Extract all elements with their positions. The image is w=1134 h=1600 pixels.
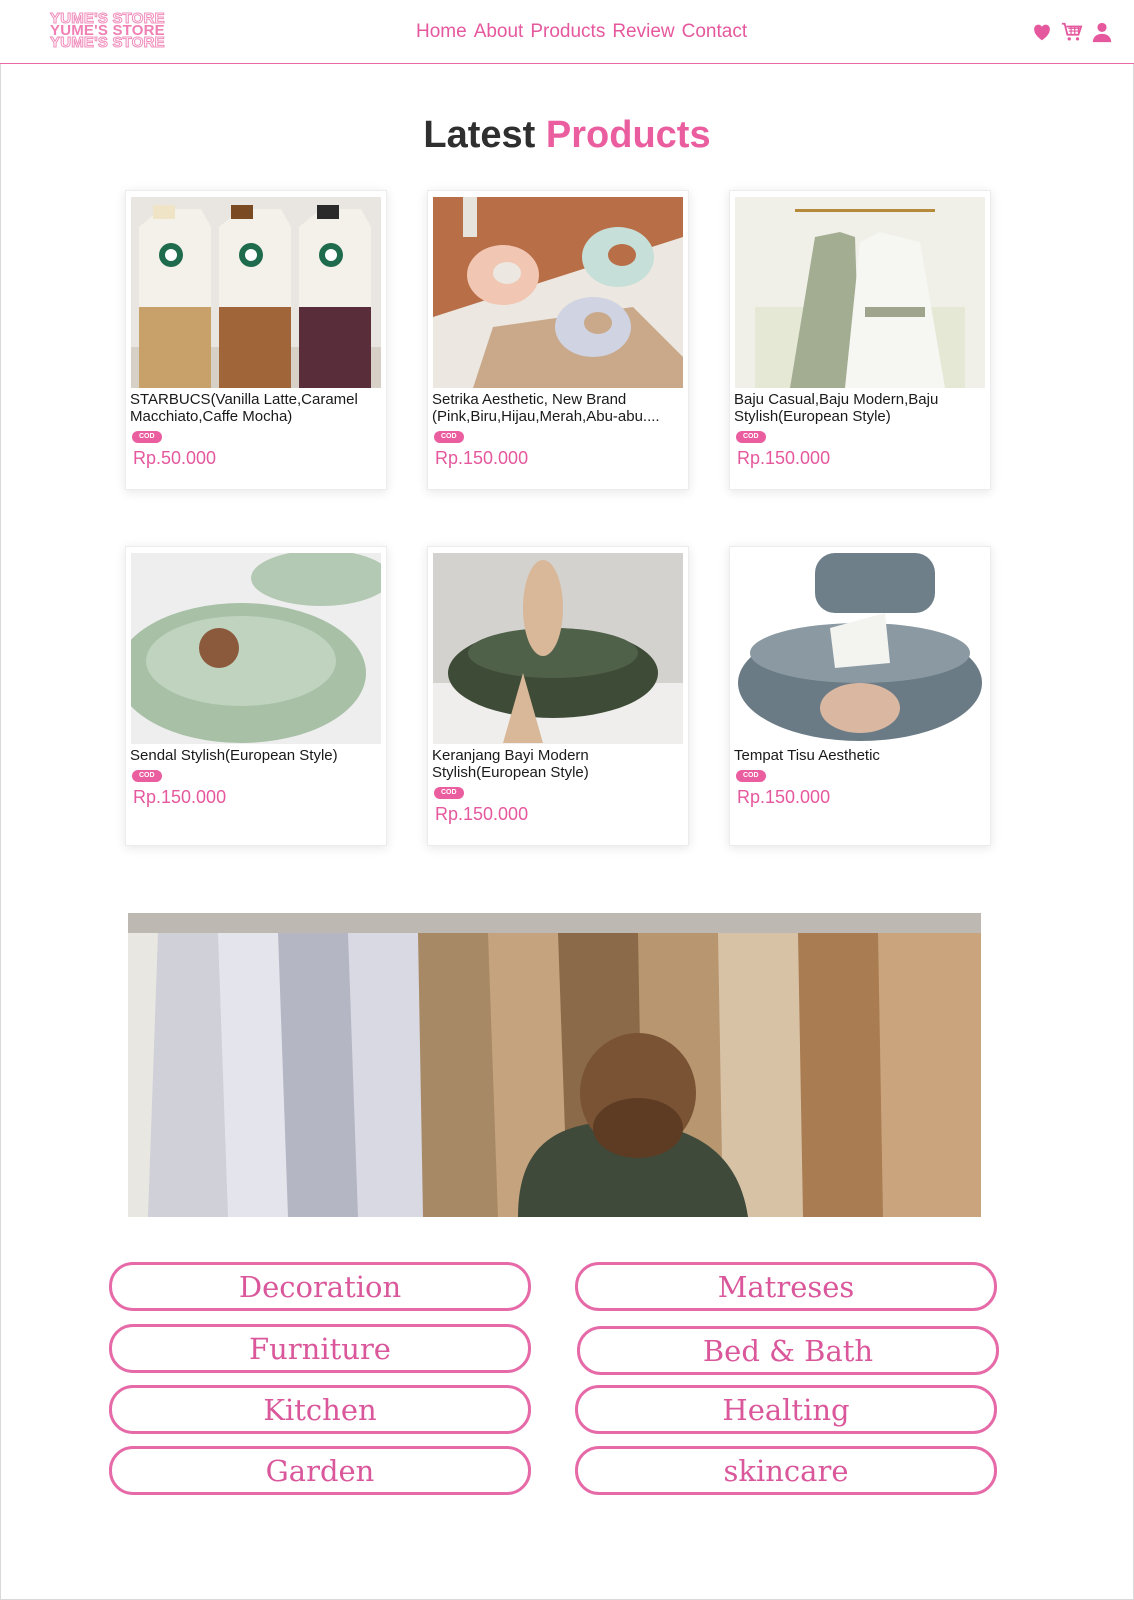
category-matreses[interactable]: Matreses <box>575 1262 997 1311</box>
category-garden[interactable]: Garden <box>109 1446 531 1495</box>
promo-banner-image <box>128 913 981 1217</box>
product-name: Sendal Stylish(European Style) <box>130 747 338 764</box>
product-name: Setrika Aesthetic, New Brand (Pink,Biru,… <box>432 391 660 425</box>
title-latest: Latest <box>423 114 536 156</box>
user-icon[interactable] <box>1091 21 1113 43</box>
product-info: Keranjang Bayi Modern Stylish(European S… <box>432 747 684 824</box>
nav-products[interactable]: Products <box>530 21 605 43</box>
category-decoration[interactable]: Decoration <box>109 1262 531 1311</box>
product-card[interactable]: Keranjang Bayi Modern Stylish(European S… <box>427 546 689 846</box>
product-card[interactable]: STARBUCS(Vanilla Latte,Caramel Macchiato… <box>125 190 387 490</box>
product-name: Keranjang Bayi Modern Stylish(European S… <box>432 747 589 781</box>
category-bed-bath[interactable]: Bed & Bath <box>577 1326 999 1375</box>
product-image-tissue-box[interactable] <box>735 553 985 744</box>
section-title: Latest Products <box>0 112 1134 158</box>
product-card[interactable]: Baju Casual,Baju Modern,Baju Stylish(Eur… <box>729 190 991 490</box>
cod-badge: COD <box>132 770 162 782</box>
product-image-slippers[interactable] <box>131 553 381 744</box>
category-healting[interactable]: Healting <box>575 1385 997 1434</box>
header-icons <box>1031 21 1113 43</box>
product-name: Tempat Tisu Aesthetic <box>734 747 880 764</box>
cod-badge: COD <box>132 431 162 443</box>
logo-line-3: YUME'S STORE <box>50 34 166 51</box>
product-info: Baju Casual,Baju Modern,Baju Stylish(Eur… <box>734 391 986 468</box>
main-nav: Home About Products Review Contact <box>416 21 747 43</box>
product-name: Baju Casual,Baju Modern,Baju Stylish(Eur… <box>734 391 939 425</box>
category-skincare[interactable]: skincare <box>575 1446 997 1495</box>
product-info: Tempat Tisu Aesthetic COD Rp.150.000 <box>734 747 986 807</box>
product-card[interactable]: Tempat Tisu Aesthetic COD Rp.150.000 <box>729 546 991 846</box>
product-price: Rp.150.000 <box>435 448 529 468</box>
heart-icon[interactable] <box>1031 21 1053 43</box>
product-image-starbucks[interactable] <box>131 197 381 388</box>
product-info: Setrika Aesthetic, New Brand (Pink,Biru,… <box>432 391 684 468</box>
product-image-iron[interactable] <box>433 197 683 388</box>
product-image-baby-basket[interactable] <box>433 553 683 744</box>
product-price: Rp.150.000 <box>133 787 227 807</box>
cod-badge: COD <box>434 431 464 443</box>
top-navbar: YUME'S STORE YUME'S STORE YUME'S STORE H… <box>0 0 1134 64</box>
category-kitchen[interactable]: Kitchen <box>109 1385 531 1434</box>
product-name: STARBUCS(Vanilla Latte,Caramel Macchiato… <box>130 391 358 425</box>
cart-icon[interactable] <box>1061 21 1083 43</box>
nav-review[interactable]: Review <box>612 21 674 43</box>
product-card[interactable]: Sendal Stylish(European Style) COD Rp.15… <box>125 546 387 846</box>
category-furniture[interactable]: Furniture <box>109 1324 531 1373</box>
product-price: Rp.150.000 <box>435 804 529 824</box>
store-logo[interactable]: YUME'S STORE YUME'S STORE YUME'S STORE <box>50 11 175 51</box>
product-card[interactable]: Setrika Aesthetic, New Brand (Pink,Biru,… <box>427 190 689 490</box>
product-info: Sendal Stylish(European Style) COD Rp.15… <box>130 747 382 807</box>
product-price: Rp.50.000 <box>133 448 217 468</box>
cod-badge: COD <box>736 431 766 443</box>
title-products: Products <box>545 114 711 156</box>
nav-contact[interactable]: Contact <box>682 21 747 43</box>
product-image-clothes[interactable] <box>735 197 985 388</box>
nav-about[interactable]: About <box>474 21 524 43</box>
nav-home[interactable]: Home <box>416 21 467 43</box>
product-info: STARBUCS(Vanilla Latte,Caramel Macchiato… <box>130 391 382 468</box>
cod-badge: COD <box>434 787 464 799</box>
cod-badge: COD <box>736 770 766 782</box>
product-price: Rp.150.000 <box>737 448 831 468</box>
product-price: Rp.150.000 <box>737 787 831 807</box>
